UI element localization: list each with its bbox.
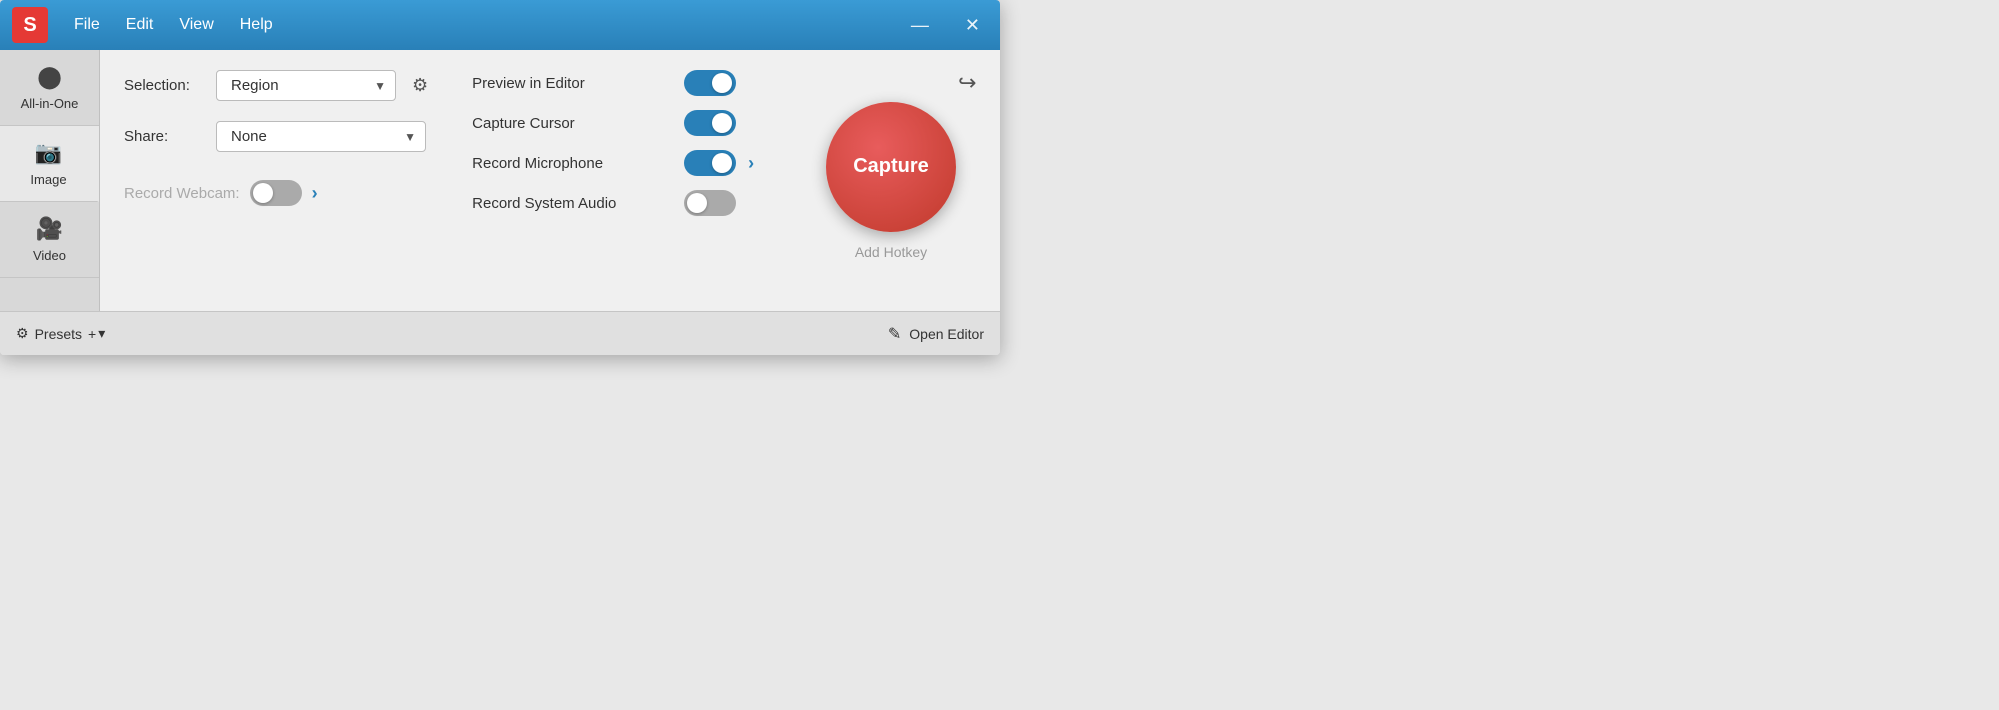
close-button[interactable]: ✕ <box>957 11 988 40</box>
preview-in-editor-label: Preview in Editor <box>472 75 672 92</box>
footer-left: ⚙ Presets + ▾ <box>16 325 105 342</box>
share-label: Share: <box>124 128 204 145</box>
add-preset-button[interactable]: + ▾ <box>88 325 105 342</box>
video-icon: 🎥 <box>36 216 63 242</box>
main-content: ⬤ All-in-One 📷 Image 🎥 Video Selection: <box>0 50 1000 311</box>
capture-cursor-toggle[interactable] <box>684 110 736 136</box>
sidebar-item-image[interactable]: 📷 Image <box>0 126 99 202</box>
option-row-record-system-audio: Record System Audio <box>472 190 766 216</box>
capture-area: ↩ Capture Add Hotkey <box>806 70 976 291</box>
open-editor-icon: ✎ <box>888 324 901 344</box>
menu-file[interactable]: File <box>64 12 110 38</box>
app-logo: S <box>12 7 48 43</box>
menu-bar: File Edit View Help <box>64 12 283 38</box>
record-system-audio-toggle[interactable] <box>684 190 736 216</box>
selection-select[interactable]: Region Window Full Screen Custom <box>216 70 396 101</box>
webcam-toggle[interactable] <box>250 180 302 206</box>
capture-cursor-toggle-thumb <box>712 113 732 133</box>
share-row: Share: None Clipboard Email FTP OneDrive… <box>124 121 432 152</box>
selection-row: Selection: Region Window Full Screen Cus… <box>124 70 432 101</box>
webcam-toggle-track[interactable] <box>250 180 302 206</box>
sidebar-item-video[interactable]: 🎥 Video <box>0 202 99 278</box>
option-row-preview-in-editor: Preview in Editor <box>472 70 766 96</box>
capture-cursor-label: Capture Cursor <box>472 115 672 132</box>
capture-cursor-toggle-track[interactable] <box>684 110 736 136</box>
selection-select-wrapper: Region Window Full Screen Custom ▼ <box>216 70 396 101</box>
webcam-toggle-thumb <box>253 183 273 203</box>
option-row-capture-cursor: Capture Cursor <box>472 110 766 136</box>
preview-in-editor-toggle-thumb <box>712 73 732 93</box>
record-system-audio-label: Record System Audio <box>472 195 672 212</box>
capture-button[interactable]: Capture <box>826 102 956 232</box>
record-system-audio-toggle-thumb <box>687 193 707 213</box>
record-microphone-toggle-track[interactable] <box>684 150 736 176</box>
right-panel: Preview in Editor Capture Cursor <box>472 70 766 291</box>
minimize-button[interactable]: — <box>903 11 937 40</box>
open-editor-button[interactable]: ✎ Open Editor <box>888 324 984 344</box>
preview-in-editor-toggle-track[interactable] <box>684 70 736 96</box>
record-microphone-label: Record Microphone <box>472 155 672 172</box>
titlebar: S File Edit View Help — ✕ <box>0 0 1000 50</box>
menu-help[interactable]: Help <box>230 12 283 38</box>
selection-label: Selection: <box>124 77 204 94</box>
content-area: Selection: Region Window Full Screen Cus… <box>100 50 1000 311</box>
menu-edit[interactable]: Edit <box>116 12 164 38</box>
app-window: S File Edit View Help — ✕ ⬤ All-in-One <box>0 0 1000 355</box>
sidebar-item-all-in-one[interactable]: ⬤ All-in-One <box>0 50 99 126</box>
menu-view[interactable]: View <box>169 12 223 38</box>
record-microphone-toggle-thumb <box>712 153 732 173</box>
record-microphone-chevron-icon[interactable]: › <box>748 153 754 174</box>
add-hotkey-label[interactable]: Add Hotkey <box>855 244 927 260</box>
share-select[interactable]: None Clipboard Email FTP OneDrive <box>216 121 426 152</box>
share-select-wrapper: None Clipboard Email FTP OneDrive ▼ <box>216 121 426 152</box>
webcam-row: Record Webcam: › <box>124 180 432 206</box>
presets-label[interactable]: Presets <box>35 326 82 342</box>
webcam-chevron-icon[interactable]: › <box>312 183 318 204</box>
image-icon: 📷 <box>35 140 62 166</box>
all-in-one-icon: ⬤ <box>37 64 62 90</box>
window-controls: — ✕ <box>903 11 988 40</box>
selection-settings-button[interactable]: ⚙ <box>408 71 432 100</box>
footer-gear-icon[interactable]: ⚙ <box>16 325 29 342</box>
sidebar-label-image: Image <box>30 172 66 187</box>
sidebar: ⬤ All-in-One 📷 Image 🎥 Video <box>0 50 100 311</box>
left-panel: Selection: Region Window Full Screen Cus… <box>124 70 432 291</box>
footer: ⚙ Presets + ▾ ✎ Open Editor <box>0 311 1000 355</box>
sidebar-label-all-in-one: All-in-One <box>21 96 79 111</box>
record-system-audio-toggle-track[interactable] <box>684 190 736 216</box>
webcam-label: Record Webcam: <box>124 185 240 202</box>
record-microphone-toggle[interactable] <box>684 150 736 176</box>
option-row-record-microphone: Record Microphone › <box>472 150 766 176</box>
open-editor-label: Open Editor <box>909 326 984 342</box>
preview-in-editor-toggle[interactable] <box>684 70 736 96</box>
sidebar-label-video: Video <box>33 248 66 263</box>
reset-button[interactable]: ↩ <box>958 70 976 96</box>
